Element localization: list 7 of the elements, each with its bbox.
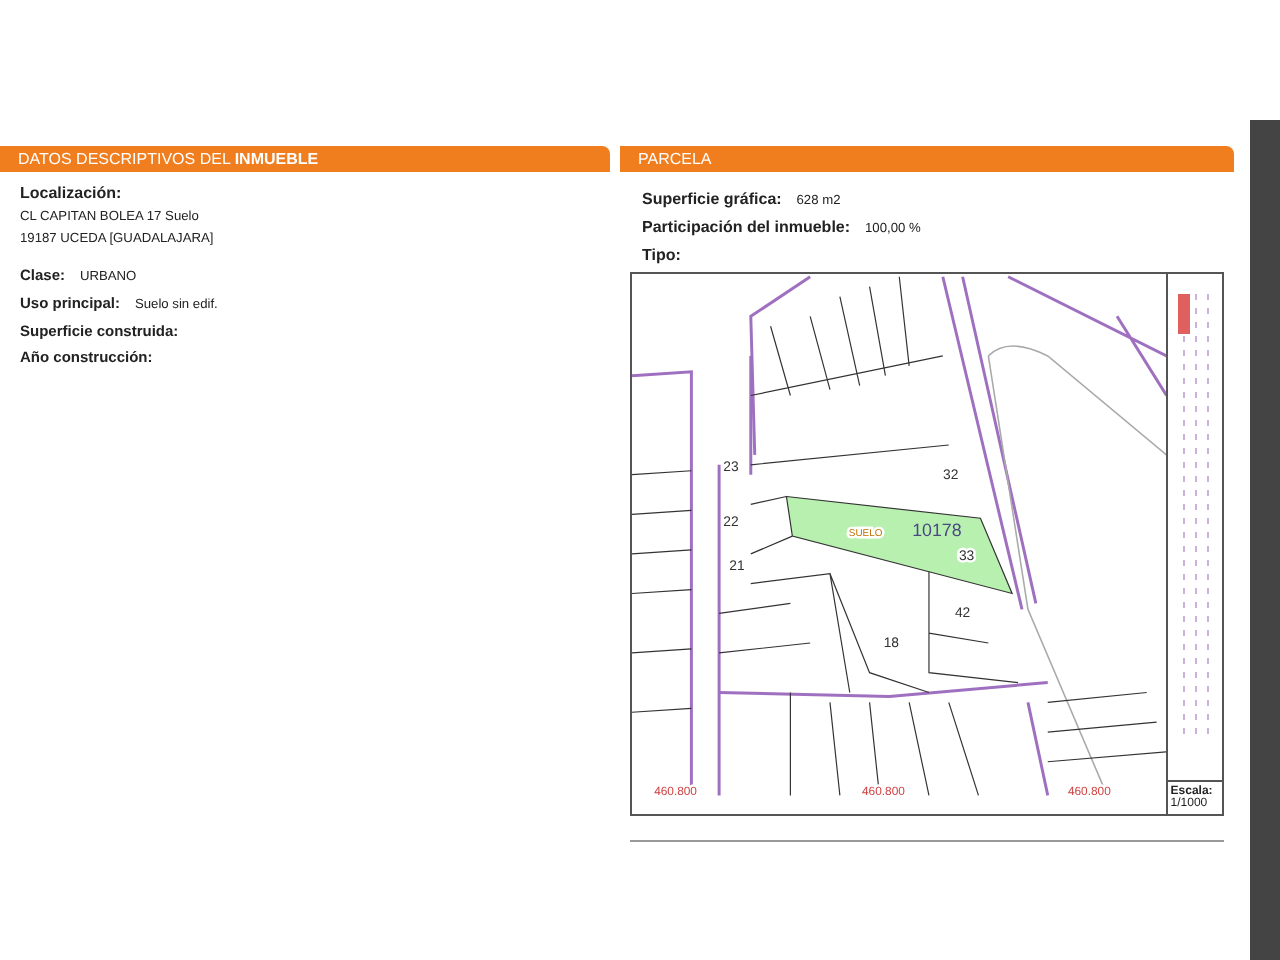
field-label: Participación del inmueble: [642,218,851,236]
field-label: Superficie gráfica: [642,190,782,208]
section-header: PARCELA [620,146,1234,172]
section-header: DATOS DESCRIPTIVOS DEL INMUEBLE [0,146,610,172]
map-label: 10178 [912,520,962,541]
location-label: Localización: [20,184,124,202]
field-label: Tipo: [642,246,681,264]
